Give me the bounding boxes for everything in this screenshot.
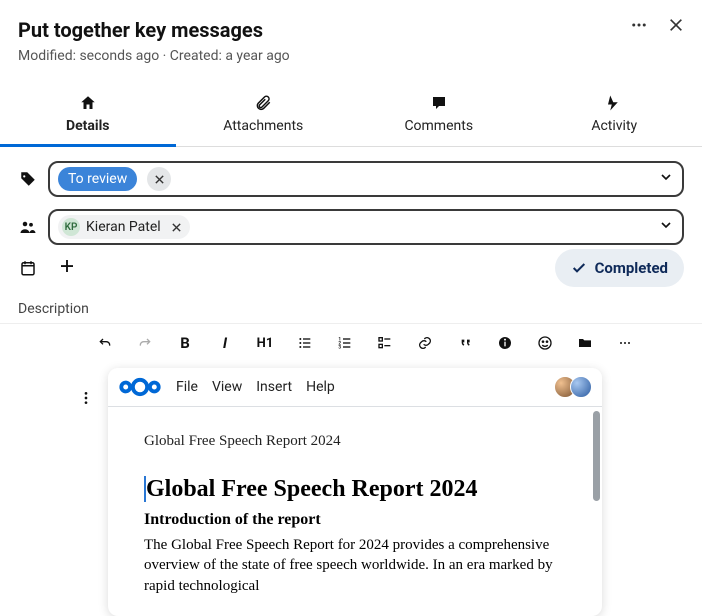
add-icon[interactable]	[58, 257, 76, 279]
doc-menu-help[interactable]: Help	[306, 379, 335, 395]
doc-heading-2[interactable]: Introduction of the report	[144, 511, 566, 529]
info-button[interactable]	[496, 334, 514, 352]
check-icon	[571, 260, 587, 276]
numbered-list-button[interactable]: 123	[336, 334, 354, 352]
tag-chip-remove[interactable]	[147, 167, 171, 191]
home-icon	[79, 94, 97, 116]
bullet-list-button[interactable]	[296, 334, 314, 352]
tab-comments[interactable]: Comments	[351, 88, 527, 146]
tab-label: Attachments	[223, 118, 303, 134]
nextcloud-logo-icon	[118, 376, 162, 398]
doc-menu-view[interactable]: View	[212, 379, 242, 395]
tag-icon	[18, 170, 38, 188]
svg-text:3: 3	[338, 344, 341, 350]
tab-details[interactable]: Details	[0, 88, 176, 147]
assignee-input[interactable]: KP Kieran Patel	[48, 209, 684, 245]
close-icon[interactable]	[668, 17, 684, 37]
avatar[interactable]	[570, 376, 592, 398]
chevron-down-icon[interactable]	[658, 169, 674, 189]
embedded-document: File View Insert Help Global Free Speech…	[108, 368, 602, 616]
undo-button[interactable]	[96, 334, 114, 352]
chevron-down-icon[interactable]	[658, 217, 674, 237]
tabs: Details Attachments Comments Activity	[0, 88, 702, 147]
doc-menu-file[interactable]: File	[176, 379, 198, 395]
scrollbar[interactable]	[593, 411, 600, 501]
editor-toolbar: B I H1 123	[0, 324, 702, 362]
tab-attachments[interactable]: Attachments	[176, 88, 352, 146]
tab-label: Details	[66, 118, 110, 134]
completed-label: Completed	[595, 259, 668, 277]
people-icon	[18, 218, 38, 236]
description-label: Description	[0, 287, 702, 323]
calendar-icon[interactable]	[18, 259, 38, 277]
modified-meta: Modified: seconds ago · Created: a year …	[18, 48, 684, 64]
completed-button[interactable]: Completed	[555, 249, 684, 287]
collaborator-avatars[interactable]	[554, 376, 592, 398]
redo-button[interactable]	[136, 334, 154, 352]
tag-chip-to-review[interactable]: To review	[58, 167, 137, 191]
person-chip[interactable]: KP Kieran Patel	[58, 215, 190, 239]
doc-heading-1[interactable]: Global Free Speech Report 2024	[144, 476, 566, 503]
more-icon[interactable]	[630, 16, 648, 38]
activity-icon	[605, 94, 623, 116]
tab-label: Comments	[404, 118, 473, 134]
tags-input[interactable]: To review	[48, 161, 684, 197]
emoji-button[interactable]	[536, 334, 554, 352]
person-name: Kieran Patel	[86, 219, 161, 235]
doc-options-icon[interactable]	[78, 390, 94, 410]
bold-button[interactable]: B	[176, 334, 194, 352]
page-title: Put together key messages	[18, 18, 684, 42]
checklist-button[interactable]	[376, 334, 394, 352]
quote-button[interactable]	[456, 334, 474, 352]
person-initials: KP	[62, 218, 80, 236]
tab-activity[interactable]: Activity	[527, 88, 702, 146]
person-chip-remove-icon[interactable]	[171, 222, 182, 233]
doc-menu-insert[interactable]: Insert	[256, 379, 292, 395]
heading-button[interactable]: H1	[256, 334, 274, 352]
link-button[interactable]	[416, 334, 434, 352]
tab-label: Activity	[591, 118, 637, 134]
paperclip-icon	[254, 94, 272, 116]
comment-icon	[430, 94, 448, 116]
folder-button[interactable]	[576, 334, 594, 352]
more-toolbar-button[interactable]	[616, 334, 634, 352]
italic-button[interactable]: I	[216, 334, 234, 352]
doc-paragraph[interactable]: The Global Free Speech Report for 2024 p…	[144, 535, 566, 596]
doc-breadcrumb: Global Free Speech Report 2024	[144, 433, 566, 450]
